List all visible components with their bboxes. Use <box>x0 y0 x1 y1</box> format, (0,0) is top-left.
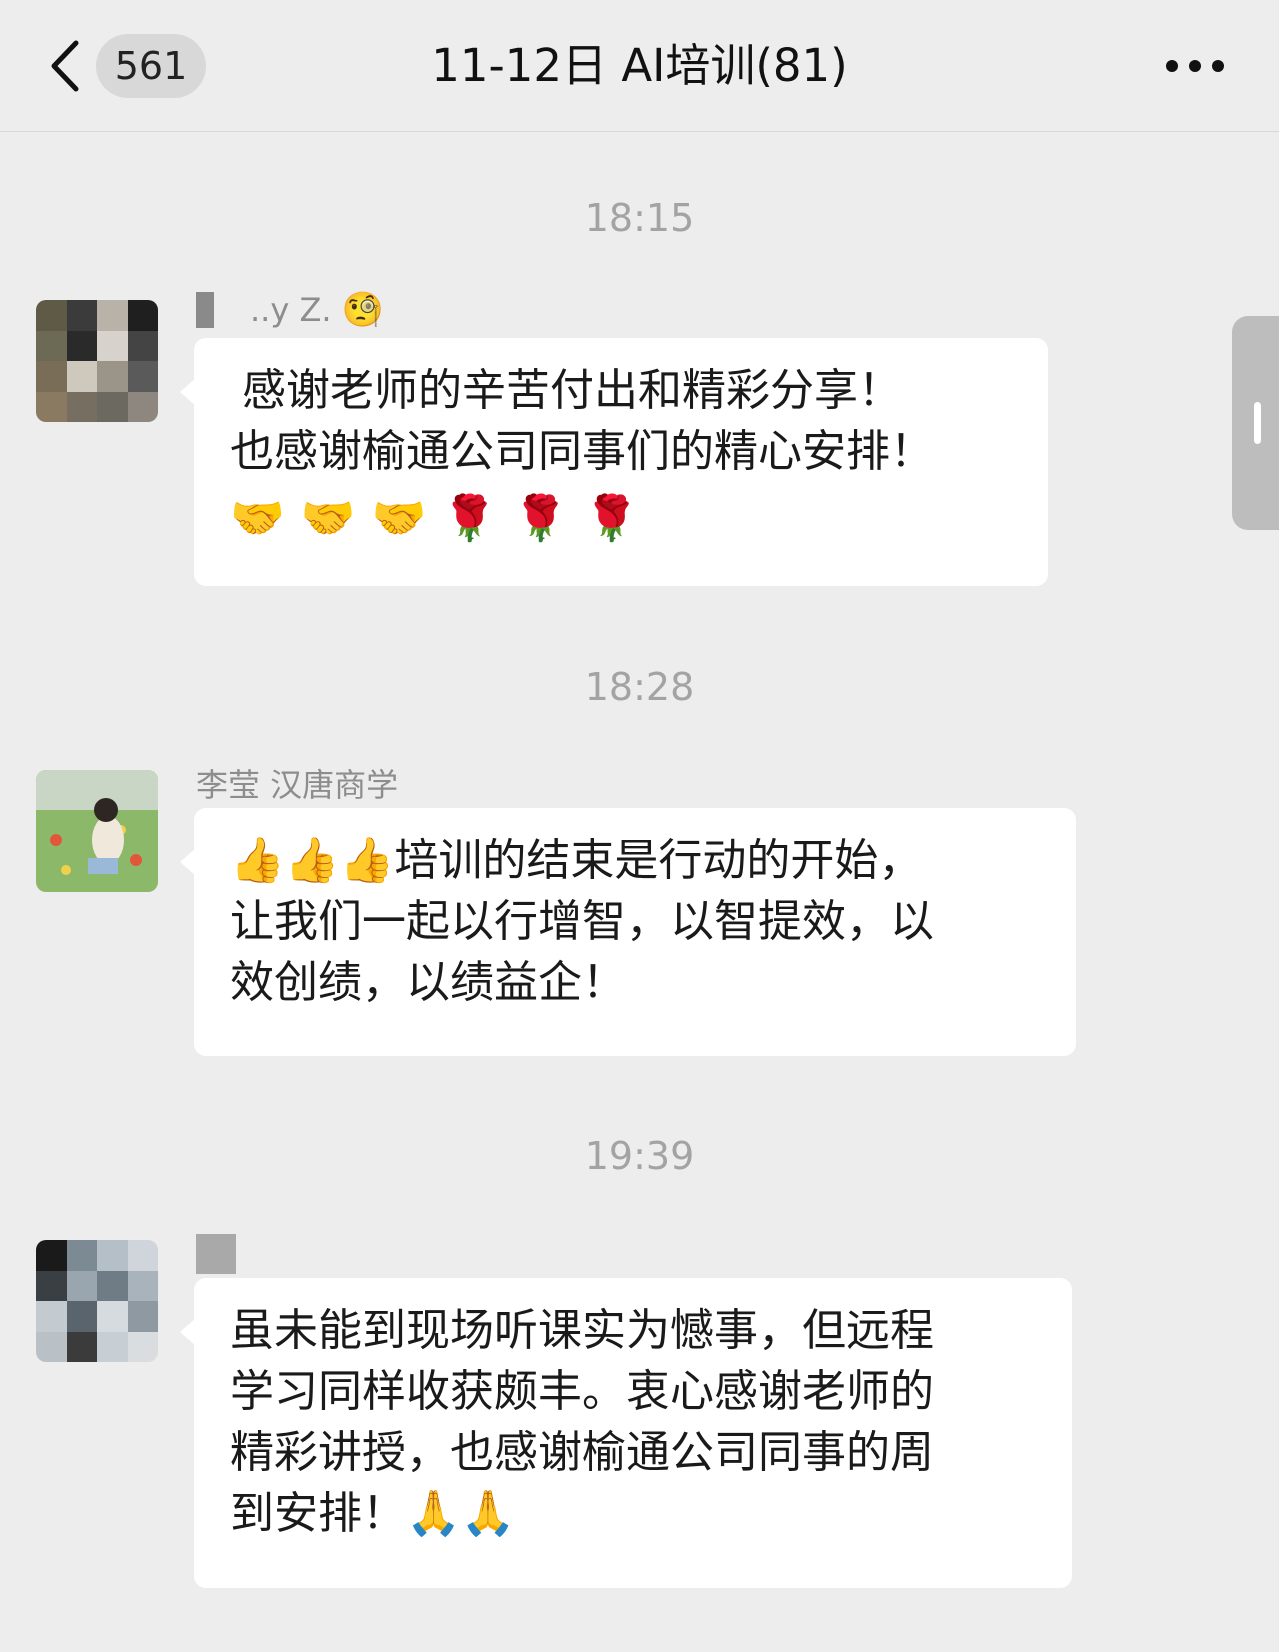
avatar[interactable] <box>36 770 158 892</box>
side-drawer-handle[interactable] <box>1232 316 1279 530</box>
handshake-emoji: 🤝 <box>371 493 427 544</box>
message-bubble[interactable]: 虽未能到现场听课实为憾事，但远程 学习同样收获颇丰。衷心感谢老师的 精彩讲授，也… <box>180 1278 1072 1588</box>
message-line: 感谢老师的辛苦付出和精彩分享！ <box>242 365 902 416</box>
monocle-face-emoji: 🧐 <box>341 290 384 330</box>
message-line: 虽未能到现场听课实为憾事，但远程 <box>230 1305 934 1356</box>
redacted-name-mark <box>196 292 214 328</box>
message-line: 也感谢榆通公司同事们的精心安排！ <box>230 426 934 477</box>
chat-header: 561 11-12日 AI培训(81) <box>0 0 1279 132</box>
message-bubble[interactable]: 感谢老师的辛苦付出和精彩分享！ 也感谢榆通公司同事们的精心安排！ 🤝 🤝 🤝 🌹… <box>180 338 1048 586</box>
avatar[interactable] <box>36 1240 158 1362</box>
message-bubble[interactable]: 👍👍👍培训的结束是行动的开始， 让我们一起以行增智，以智提效，以 效创绩，以绩益… <box>180 808 1076 1056</box>
avatar-photo <box>36 770 158 892</box>
message-line: 学习同样收获颇丰。衷心感谢老师的 <box>230 1366 934 1417</box>
avatar[interactable] <box>36 300 158 422</box>
sender-name: ..y Z. 🧐 <box>196 290 384 330</box>
message-text: 培训的结束是行动的开始， <box>394 835 923 886</box>
timestamp: 18:15 <box>584 196 695 240</box>
rose-emoji: 🌹 <box>513 493 568 544</box>
message-line: 👍👍👍培训的结束是行动的开始， <box>230 830 1042 891</box>
folded-hands-emojis: 🙏🙏 <box>406 1488 516 1539</box>
timestamp: 19:39 <box>584 1134 695 1178</box>
more-options-button[interactable] <box>1160 44 1230 88</box>
handshake-emoji: 🤝 <box>230 493 285 544</box>
sender-name: 李莹 汉唐商学 <box>196 766 399 804</box>
handshake-emoji: 🤝 <box>300 493 356 544</box>
message-line: 效创绩，以绩益企！ <box>230 957 626 1008</box>
message-line: 让我们一起以行增智，以智提效，以 <box>230 896 934 947</box>
thumbs-up-emojis: 👍👍👍 <box>230 835 395 886</box>
rose-emoji: 🌹 <box>442 493 498 544</box>
message-line: 到安排！🙏🙏 <box>230 1483 1038 1544</box>
chat-screen: 561 11-12日 AI培训(81) 18:15 ..y Z. 🧐 感谢老师的… <box>0 0 1279 1652</box>
emoji-row: 🤝 🤝 🤝 🌹 🌹 🌹 <box>230 488 1014 549</box>
redacted-name-mark <box>196 1234 236 1274</box>
handle-grip <box>1254 402 1261 444</box>
chat-title: 11-12日 AI培训(81) <box>431 39 848 92</box>
message-line: 精彩讲授，也感谢榆通公司同事的周 <box>230 1427 934 1478</box>
timestamp: 18:28 <box>584 665 695 709</box>
more-dots-icon <box>1166 60 1224 72</box>
rose-emoji: 🌹 <box>583 493 639 544</box>
sender-name-text: ..y Z. <box>250 291 332 329</box>
sender-name <box>196 1234 246 1274</box>
message-text: 到安排！ <box>230 1488 406 1539</box>
